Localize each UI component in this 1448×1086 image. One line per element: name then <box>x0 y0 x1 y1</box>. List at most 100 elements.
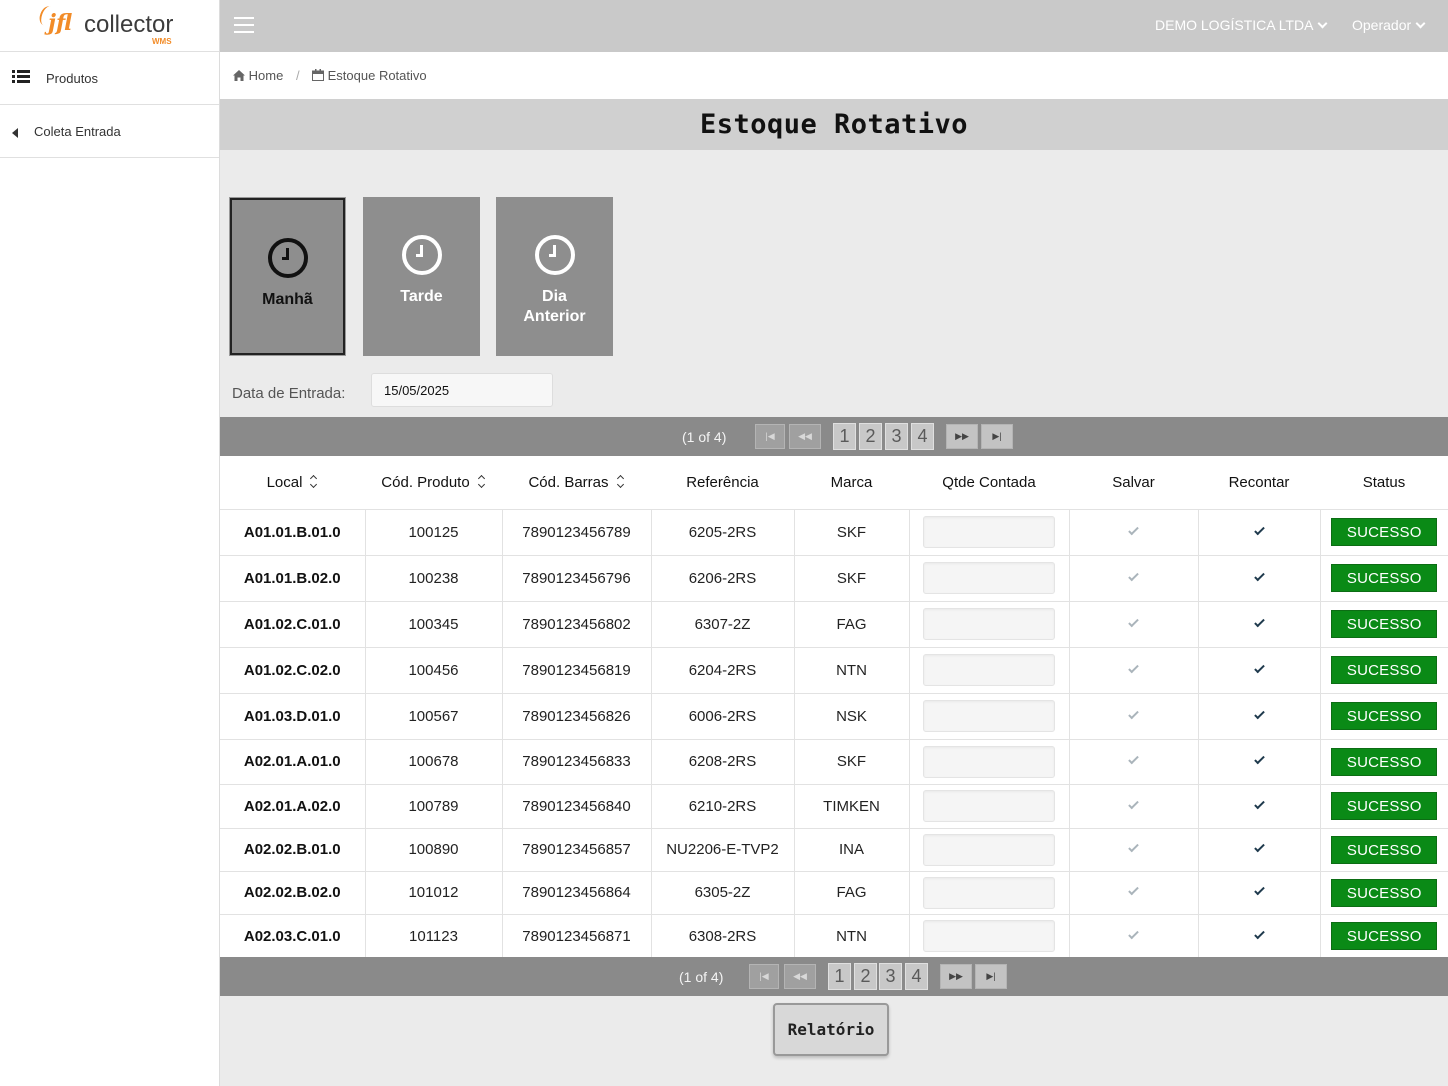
recount-check-icon[interactable] <box>1253 708 1265 719</box>
sidebar-item-coleta-entrada[interactable]: Coleta Entrada <box>0 105 219 158</box>
cell-marca: FAG <box>794 601 910 647</box>
save-check-icon[interactable] <box>1128 798 1139 809</box>
cell-salvar <box>1069 871 1199 914</box>
page-number-button[interactable]: 3 <box>885 423 908 450</box>
column-header-marca: Marca <box>794 456 909 509</box>
page-number-button[interactable]: 3 <box>879 963 902 990</box>
save-check-icon[interactable] <box>1128 708 1139 719</box>
cell-local: A01.01.B.02.0 <box>220 555 366 601</box>
column-header-qtde-contada: Qtde Contada <box>909 456 1069 509</box>
last-page-icon[interactable]: ▶| <box>981 424 1013 449</box>
breadcrumb-home[interactable]: Home <box>233 68 283 83</box>
qtde-contada-input[interactable] <box>923 833 1055 866</box>
qtde-contada-input[interactable] <box>923 700 1055 732</box>
recount-check-icon[interactable] <box>1253 662 1265 673</box>
prev-page-icon[interactable]: ◀◀ <box>784 964 816 989</box>
page-number-button[interactable]: 4 <box>911 423 934 450</box>
page-number-button[interactable]: 1 <box>828 963 851 990</box>
cell-cod-barras: 7890123456833 <box>502 739 652 784</box>
save-check-icon[interactable] <box>1128 524 1139 535</box>
next-page-icon[interactable]: ▶▶ <box>940 964 972 989</box>
cell-cod-produto: 100238 <box>365 555 503 601</box>
cell-cod-barras: 7890123456857 <box>502 828 652 871</box>
date-filter-input[interactable] <box>371 373 553 407</box>
save-check-icon[interactable] <box>1128 841 1139 853</box>
status-badge: SUCESSO <box>1331 702 1438 730</box>
recount-check-icon[interactable] <box>1253 570 1265 581</box>
shift-button-tarde[interactable]: Tarde <box>363 197 480 356</box>
brand-logo[interactable]: jfl collector WMS <box>0 0 219 52</box>
next-page-icon[interactable]: ▶▶ <box>946 424 978 449</box>
cell-qtde-contada <box>909 509 1070 555</box>
recount-check-icon[interactable] <box>1253 616 1265 627</box>
list-icon <box>12 70 30 83</box>
qtde-contada-input[interactable] <box>923 745 1055 778</box>
shift-button-manha[interactable]: Manhã <box>229 197 346 356</box>
cell-status: SUCESSO <box>1320 739 1448 784</box>
cell-referencia: 6208-2RS <box>651 739 795 784</box>
recount-check-icon[interactable] <box>1253 524 1265 535</box>
qtde-contada-input[interactable] <box>923 876 1055 909</box>
recount-check-icon[interactable] <box>1253 928 1265 940</box>
cell-cod-produto: 100567 <box>365 693 503 739</box>
column-header-status: Status <box>1320 456 1448 509</box>
recount-check-icon[interactable] <box>1253 884 1265 896</box>
save-check-icon[interactable] <box>1128 570 1139 581</box>
prev-page-icon[interactable]: ◀◀ <box>789 424 821 449</box>
qtde-contada-input[interactable] <box>923 562 1055 594</box>
cell-salvar <box>1069 784 1199 828</box>
cell-local: A01.02.C.02.0 <box>220 647 366 693</box>
cell-recontar <box>1198 871 1321 914</box>
cell-salvar <box>1069 739 1199 784</box>
page-number-button[interactable]: 2 <box>854 963 877 990</box>
home-icon <box>233 70 245 81</box>
save-check-icon[interactable] <box>1128 662 1139 673</box>
qtde-contada-input[interactable] <box>923 790 1055 822</box>
sort-icon <box>617 476 625 488</box>
user-dropdown[interactable]: Operador <box>1352 17 1426 33</box>
save-check-icon[interactable] <box>1128 753 1139 765</box>
cell-qtde-contada <box>909 914 1070 958</box>
cell-cod-produto: 101123 <box>365 914 503 958</box>
company-dropdown[interactable]: DEMO LOGÍSTICA LTDA <box>1155 17 1328 33</box>
first-page-icon[interactable]: |◀ <box>749 964 779 989</box>
column-header-cod-produto[interactable]: Cód. Produto <box>365 456 502 509</box>
save-check-icon[interactable] <box>1128 884 1139 896</box>
cell-marca: SKF <box>794 509 910 555</box>
menu-toggle-icon[interactable] <box>234 17 254 33</box>
save-check-icon[interactable] <box>1128 928 1139 940</box>
recount-check-icon[interactable] <box>1253 798 1265 809</box>
recount-check-icon[interactable] <box>1253 841 1265 853</box>
logo-tagline: WMS <box>152 37 172 46</box>
status-badge: SUCESSO <box>1331 747 1438 776</box>
sidebar: jfl collector WMS Produtos Coleta Entrad… <box>0 0 220 1086</box>
qtde-contada-input[interactable] <box>923 516 1055 548</box>
page-number-button[interactable]: 2 <box>859 423 882 450</box>
sidebar-item-produtos[interactable]: Produtos <box>0 52 219 105</box>
first-page-icon[interactable]: |◀ <box>755 424 785 449</box>
status-badge: SUCESSO <box>1331 922 1438 951</box>
cell-cod-produto: 101012 <box>365 871 503 914</box>
cell-marca: TIMKEN <box>794 784 910 828</box>
paginator-bottom: (1 of 4) |◀ ◀◀ 1 2 3 4 ▶▶ ▶| <box>220 957 1448 996</box>
recount-check-icon[interactable] <box>1253 753 1265 765</box>
qtde-contada-input[interactable] <box>923 654 1055 686</box>
chevron-down-icon <box>1317 18 1328 29</box>
save-check-icon[interactable] <box>1128 616 1139 627</box>
cell-cod-produto: 100890 <box>365 828 503 871</box>
shift-button-dia-anterior[interactable]: Dia Anterior <box>496 197 613 356</box>
logo-jfl-text: jfl <box>48 10 72 36</box>
report-button[interactable]: Relatório <box>773 1003 889 1056</box>
column-header-cod-barras[interactable]: Cód. Barras <box>502 456 651 509</box>
qtde-contada-input[interactable] <box>923 608 1055 640</box>
page-number-button[interactable]: 4 <box>905 963 928 990</box>
cell-referencia: 6308-2RS <box>651 914 795 958</box>
page-number-button[interactable]: 1 <box>833 423 856 450</box>
column-header-local[interactable]: Local <box>220 456 365 509</box>
breadcrumb-separator: / <box>296 68 300 83</box>
last-page-icon[interactable]: ▶| <box>975 964 1007 989</box>
cell-local: A02.02.B.02.0 <box>220 871 366 914</box>
cell-salvar <box>1069 601 1199 647</box>
qtde-contada-input[interactable] <box>923 920 1055 953</box>
table-row: A02.02.B.02.0 101012 7890123456864 6305-2Z F… <box>220 871 1448 914</box>
